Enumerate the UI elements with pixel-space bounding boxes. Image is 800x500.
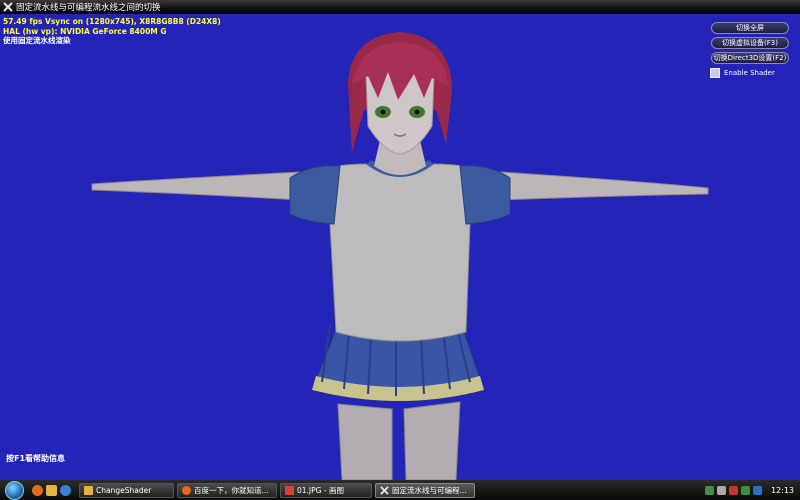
volume-icon[interactable] bbox=[716, 485, 726, 495]
help-hint: 按F1看帮助信息 bbox=[6, 454, 66, 463]
power-icon[interactable] bbox=[740, 485, 750, 495]
enable-shader-label: Enable Shader bbox=[724, 69, 775, 77]
device-stats: 57.49 fps Vsync on (1280x745), X8R8G8B8 … bbox=[3, 17, 221, 46]
device-readout: HAL (hw vp): NVIDIA GeForce 8400M G bbox=[3, 26, 167, 36]
task-label: 百度一下，你就知道... bbox=[194, 485, 269, 495]
task-changeshader[interactable]: ChangeShader bbox=[79, 482, 174, 498]
quick-launch bbox=[32, 484, 71, 496]
ime-icon[interactable] bbox=[752, 485, 762, 495]
task-label: ChangeShader bbox=[96, 485, 152, 495]
task-list: ChangeShader 百度一下，你就知道... 01.JPG - 画图 固定… bbox=[79, 482, 475, 498]
folder-icon bbox=[84, 485, 93, 495]
start-button[interactable] bbox=[0, 480, 28, 500]
window-title-bar[interactable]: 固定流水线与可编程流水线之间的切换 bbox=[0, 0, 800, 14]
paint-icon bbox=[285, 485, 294, 495]
render-mode-readout: 使用固定流水线渲染 bbox=[3, 36, 71, 45]
folder-icon[interactable] bbox=[46, 484, 57, 496]
toggle-fullscreen-button[interactable]: 切换全屏 bbox=[711, 22, 789, 34]
window-title: 固定流水线与可编程流水线之间的切换 bbox=[16, 3, 161, 13]
character-model bbox=[91, 32, 709, 480]
toggle-ref-device-button[interactable]: 切换虚拟设备(F3) bbox=[711, 37, 789, 49]
directx-icon bbox=[3, 2, 13, 12]
task-shader-window[interactable]: 固定流水线与可编程... bbox=[375, 482, 475, 498]
windows-orb-icon bbox=[4, 480, 24, 500]
d3d-settings-button[interactable]: 切换Direct3D设置(F2) bbox=[711, 52, 789, 64]
sample-controls: 切换全屏 切换虚拟设备(F3) 切换Direct3D设置(F2) Enable … bbox=[710, 22, 790, 78]
directx-icon bbox=[380, 485, 389, 495]
taskbar: ChangeShader 百度一下，你就知道... 01.JPG - 画图 固定… bbox=[0, 480, 800, 500]
network-icon[interactable] bbox=[704, 485, 714, 495]
system-tray: 12:13 bbox=[699, 480, 800, 500]
task-paint[interactable]: 01.JPG - 画图 bbox=[280, 482, 372, 498]
browser-icon[interactable] bbox=[32, 484, 43, 496]
security-icon[interactable] bbox=[728, 485, 738, 495]
task-baidu[interactable]: 百度一下，你就知道... bbox=[177, 482, 277, 498]
clock[interactable]: 12:13 bbox=[771, 486, 794, 495]
render-viewport[interactable]: 57.49 fps Vsync on (1280x745), X8R8G8B8 … bbox=[0, 14, 800, 480]
firefox-icon bbox=[182, 485, 191, 495]
fps-readout: 57.49 fps Vsync on (1280x745), X8R8G8B8 … bbox=[3, 17, 221, 26]
task-label: 01.JPG - 画图 bbox=[297, 485, 344, 495]
media-icon[interactable] bbox=[60, 484, 71, 496]
task-label: 固定流水线与可编程... bbox=[392, 485, 467, 495]
checkbox-box[interactable] bbox=[710, 68, 720, 78]
enable-shader-checkbox[interactable]: Enable Shader bbox=[710, 68, 790, 78]
